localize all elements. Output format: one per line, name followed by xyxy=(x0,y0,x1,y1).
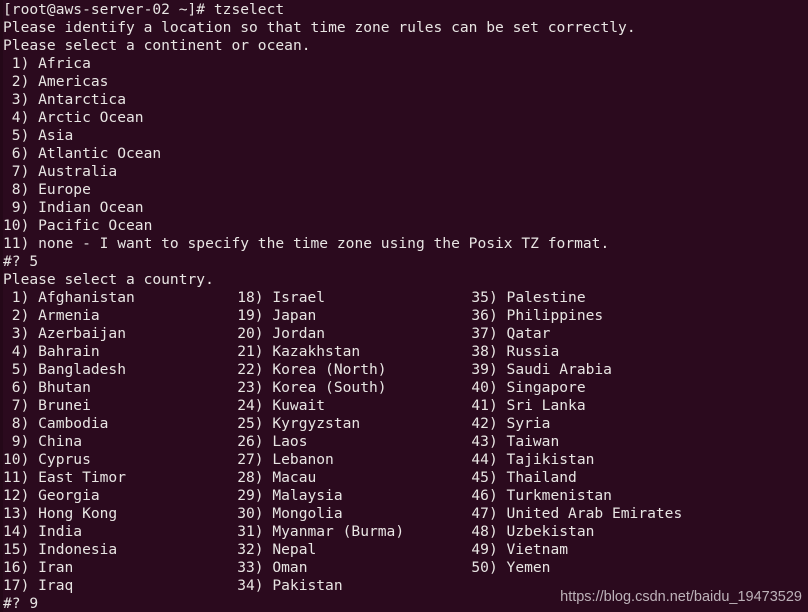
country-option[interactable]: 13) Hong Kong xyxy=(3,505,117,523)
country-option[interactable]: 50) Yemen xyxy=(471,559,550,577)
country-option[interactable]: 42) Syria xyxy=(471,415,550,433)
country-option[interactable]: 16) Iran xyxy=(3,559,73,577)
country-option[interactable]: 25) Kyrgyzstan xyxy=(237,415,360,433)
country-option[interactable]: 18) Israel xyxy=(237,289,325,307)
country-option[interactable]: 45) Thailand xyxy=(471,469,576,487)
country-option[interactable]: 21) Kazakhstan xyxy=(237,343,360,361)
country-option[interactable]: 23) Korea (South) xyxy=(237,379,386,397)
country-row: 6) Bhutan 23) Korea (South) 40) Singapor… xyxy=(3,379,808,397)
country-option[interactable]: 49) Vietnam xyxy=(471,541,568,559)
continent-option-2[interactable]: 2) Americas xyxy=(3,73,808,91)
country-option[interactable]: 27) Lebanon xyxy=(237,451,334,469)
country-row: 2) Armenia 19) Japan 36) Philippines xyxy=(3,307,808,325)
country-option[interactable]: 29) Malaysia xyxy=(237,487,342,505)
country-option[interactable]: 3) Azerbaijan xyxy=(3,325,126,343)
country-option[interactable]: 11) East Timor xyxy=(3,469,126,487)
country-option[interactable]: 34) Pakistan xyxy=(237,577,342,595)
country-option[interactable]: 8) Cambodia xyxy=(3,415,109,433)
country-option[interactable]: 30) Mongolia xyxy=(237,505,342,523)
country-option[interactable]: 35) Palestine xyxy=(471,289,585,307)
country-option[interactable]: 32) Nepal xyxy=(237,541,316,559)
continent-option-3[interactable]: 3) Antarctica xyxy=(3,91,808,109)
country-option[interactable]: 37) Qatar xyxy=(471,325,550,343)
country-row: 4) Bahrain 21) Kazakhstan 38) Russia xyxy=(3,343,808,361)
continent-option-11[interactable]: 11) none - I want to specify the time zo… xyxy=(3,235,808,253)
continent-option-4[interactable]: 4) Arctic Ocean xyxy=(3,109,808,127)
country-row: 7) Brunei 24) Kuwait 41) Sri Lanka xyxy=(3,397,808,415)
country-row: 16) Iran 33) Oman 50) Yemen xyxy=(3,559,808,577)
continent-option-10[interactable]: 10) Pacific Ocean xyxy=(3,217,808,235)
continent-option-1[interactable]: 1) Africa xyxy=(3,55,808,73)
continent-option-5[interactable]: 5) Asia xyxy=(3,127,808,145)
country-row: 8) Cambodia 25) Kyrgyzstan 42) Syria xyxy=(3,415,808,433)
country-option[interactable]: 31) Myanmar (Burma) xyxy=(237,523,404,541)
country-option[interactable]: 44) Tajikistan xyxy=(471,451,594,469)
country-option[interactable]: 43) Taiwan xyxy=(471,433,559,451)
country-row: 14) India 31) Myanmar (Burma) 48) Uzbeki… xyxy=(3,523,808,541)
continent-selection-prompt[interactable]: #? 5 xyxy=(3,253,808,271)
country-option[interactable]: 48) Uzbekistan xyxy=(471,523,594,541)
country-option[interactable]: 9) China xyxy=(3,433,82,451)
country-option[interactable]: 26) Laos xyxy=(237,433,307,451)
country-row: 15) Indonesia 32) Nepal 49) Vietnam xyxy=(3,541,808,559)
country-option[interactable]: 19) Japan xyxy=(237,307,316,325)
country-option[interactable]: 24) Kuwait xyxy=(237,397,325,415)
country-option[interactable]: 5) Bangladesh xyxy=(3,361,126,379)
country-option[interactable]: 41) Sri Lanka xyxy=(471,397,585,415)
country-option[interactable]: 15) Indonesia xyxy=(3,541,117,559)
country-option[interactable]: 17) Iraq xyxy=(3,577,73,595)
continent-option-7[interactable]: 7) Australia xyxy=(3,163,808,181)
country-row: 3) Azerbaijan 20) Jordan 37) Qatar xyxy=(3,325,808,343)
country-option[interactable]: 46) Turkmenistan xyxy=(471,487,612,505)
country-row: 1) Afghanistan 18) Israel 35) Palestine xyxy=(3,289,808,307)
tzselect-intro-line-2: Please select a continent or ocean. xyxy=(3,37,311,54)
country-row: 12) Georgia 29) Malaysia 46) Turkmenista… xyxy=(3,487,808,505)
country-option[interactable]: 33) Oman xyxy=(237,559,307,577)
country-option[interactable]: 7) Brunei xyxy=(3,397,91,415)
country-option[interactable]: 20) Jordan xyxy=(237,325,325,343)
tzselect-intro-line-1: Please identify a location so that time … xyxy=(3,19,636,36)
country-option[interactable]: 4) Bahrain xyxy=(3,343,100,361)
terminal-screen: [root@aws-server-02 ~]# tzselect Please … xyxy=(3,1,808,612)
country-option[interactable]: 22) Korea (North) xyxy=(237,361,386,379)
continent-option-6[interactable]: 6) Atlantic Ocean xyxy=(3,145,808,163)
country-option[interactable]: 47) United Arab Emirates xyxy=(471,505,682,523)
watermark-url: https://blog.csdn.net/baidu_19473529 xyxy=(560,589,802,605)
shell-prompt-line: [root@aws-server-02 ~]# tzselect xyxy=(3,1,285,18)
country-option[interactable]: 10) Cyprus xyxy=(3,451,91,469)
country-row: 10) Cyprus 27) Lebanon 44) Tajikistan xyxy=(3,451,808,469)
country-row: 5) Bangladesh 22) Korea (North) 39) Saud… xyxy=(3,361,808,379)
terminal-window[interactable]: [root@aws-server-02 ~]# tzselect Please … xyxy=(0,0,808,612)
country-option[interactable]: 36) Philippines xyxy=(471,307,603,325)
country-row: 13) Hong Kong 30) Mongolia 47) United Ar… xyxy=(3,505,808,523)
continent-option-9[interactable]: 9) Indian Ocean xyxy=(3,199,808,217)
country-option[interactable]: 6) Bhutan xyxy=(3,379,91,397)
country-prompt-line: Please select a country. xyxy=(3,271,214,288)
country-option[interactable]: 14) India xyxy=(3,523,82,541)
country-row: 9) China 26) Laos 43) Taiwan xyxy=(3,433,808,451)
country-option[interactable]: 1) Afghanistan xyxy=(3,289,135,307)
country-option[interactable]: 38) Russia xyxy=(471,343,559,361)
country-option[interactable]: 2) Armenia xyxy=(3,307,100,325)
country-option[interactable]: 12) Georgia xyxy=(3,487,100,505)
country-option[interactable]: 28) Macau xyxy=(237,469,316,487)
continent-option-8[interactable]: 8) Europe xyxy=(3,181,808,199)
country-option[interactable]: 39) Saudi Arabia xyxy=(471,361,612,379)
country-row: 11) East Timor 28) Macau 45) Thailand xyxy=(3,469,808,487)
country-option[interactable]: 40) Singapore xyxy=(471,379,585,397)
